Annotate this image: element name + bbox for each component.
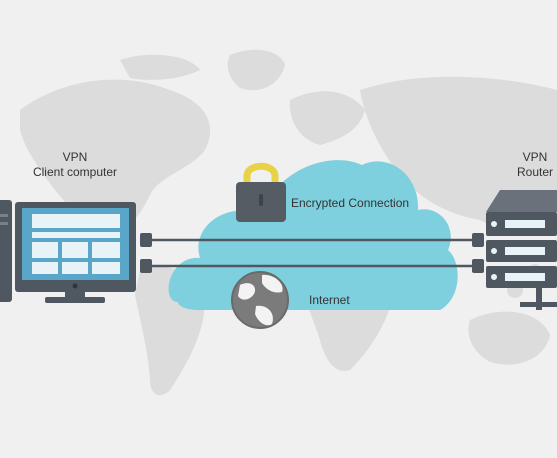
client-label-line1: VPN xyxy=(62,150,88,164)
vpn-diagram: VPN Client computer VPN Router Encrypted… xyxy=(0,0,557,458)
router-label: VPN Router xyxy=(505,150,557,180)
client-computer-label: VPN Client computer xyxy=(20,150,130,180)
client-monitor-icon xyxy=(15,202,136,303)
pc-tower-icon xyxy=(0,200,12,302)
diagram-canvas xyxy=(0,49,557,396)
router-label-line1: VPN xyxy=(522,150,548,164)
encrypted-connection-label: Encrypted Connection xyxy=(291,196,410,210)
internet-label: Internet xyxy=(309,293,350,307)
client-label-line2: Client computer xyxy=(32,165,118,179)
lock-icon xyxy=(236,162,286,222)
router-label-line2: Router xyxy=(516,165,554,179)
globe-icon xyxy=(231,271,289,329)
